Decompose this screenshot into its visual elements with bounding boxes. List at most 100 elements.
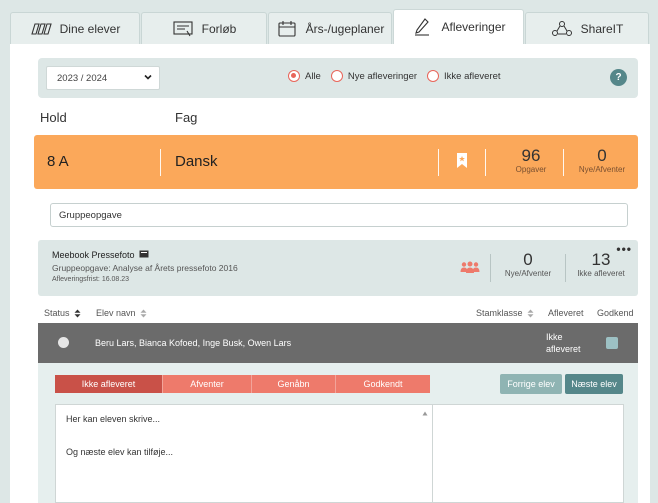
- divider: [485, 149, 486, 176]
- assignment-title-line: Meebook Pressefoto: [52, 250, 149, 260]
- submission-status-line2: afleveret: [546, 344, 581, 354]
- filter-radio-group: Alle Nye afleveringer Ikke afleveret: [288, 70, 501, 82]
- assignment-subtitle: Gruppeopgave: Analyse af Årets pressefot…: [52, 263, 238, 273]
- divider: [160, 149, 161, 176]
- nye-afventer-count: 0: [597, 146, 607, 165]
- tab-forlob[interactable]: Forløb: [141, 12, 267, 44]
- column-stamklasse[interactable]: Stamklasse: [476, 308, 534, 318]
- comment-panel[interactable]: [433, 404, 624, 503]
- next-student-button[interactable]: Næste elev: [565, 374, 623, 394]
- tab-label: Afleveringer: [441, 20, 506, 34]
- filter-bar: 2023 / 2024 Alle Nye afleveringer Ikke a…: [38, 58, 638, 98]
- segment-label: Genåbn: [277, 379, 310, 389]
- search-input[interactable]: Gruppeopgave: [50, 203, 628, 227]
- opgaver-label: Opgaver: [515, 165, 547, 174]
- student-names: Beru Lars, Bianca Kofoed, Inge Busk, Owe…: [95, 338, 292, 348]
- column-status-label: Status: [44, 308, 70, 318]
- subject-name: Dansk: [175, 153, 218, 170]
- help-button[interactable]: ?: [610, 69, 627, 86]
- radio-dot-selected[interactable]: [288, 70, 300, 82]
- radio-dot[interactable]: [427, 70, 440, 82]
- sort-icon[interactable]: [527, 309, 534, 318]
- year-select[interactable]: 2023 / 2024: [46, 66, 160, 90]
- status-indicator: [58, 337, 69, 348]
- assignment-title: Meebook Pressefoto: [52, 250, 135, 260]
- tab-label: ShareIT: [580, 21, 624, 36]
- media-icon: [139, 250, 149, 260]
- radio-alle[interactable]: Alle: [288, 70, 321, 82]
- assignment-deadline: Afleveringsfrist: 16.08.23: [52, 276, 129, 283]
- students-icon: [30, 20, 52, 38]
- student-detail: Ikke afleveret Afventer Genåbn Godkendt …: [38, 363, 638, 503]
- divider: [565, 254, 566, 282]
- assignment-card[interactable]: Meebook Pressefoto Gruppeopgave: Analyse…: [38, 240, 638, 296]
- segment-genaabn[interactable]: Genåbn: [252, 375, 336, 393]
- segment-godkendt[interactable]: Godkendt: [336, 375, 430, 393]
- column-status[interactable]: Status: [44, 308, 81, 318]
- year-select-value: 2023 / 2024: [57, 72, 108, 84]
- approve-checkbox[interactable]: [606, 337, 618, 349]
- group-icon: [460, 261, 480, 275]
- column-afleveret: Afleveret: [548, 308, 584, 318]
- status-segmented-control: Ikke afleveret Afventer Genåbn Godkendt: [55, 375, 430, 393]
- tab-dine-elever[interactable]: Dine elever: [10, 12, 140, 44]
- assignment-nye-label: Nye/Afventer: [504, 269, 552, 278]
- column-elev-navn[interactable]: Elev navn: [96, 308, 147, 318]
- assignment-nye-stat: 0 Nye/Afventer: [496, 250, 560, 279]
- assignment-ikke-count: 13: [591, 250, 611, 269]
- segment-label: Godkendt: [363, 379, 403, 389]
- pen-icon: [411, 18, 433, 36]
- scroll-up-icon[interactable]: [422, 408, 428, 416]
- share-icon: [551, 20, 573, 38]
- tab-aars-ugeplaner[interactable]: Års-/ugeplaner: [268, 12, 392, 44]
- previous-student-button[interactable]: Forrige elev: [500, 374, 562, 394]
- search-input-value: Gruppeopgave: [59, 209, 122, 221]
- nye-afventer-label: Nye/Afventer: [578, 165, 626, 174]
- opgaver-stat: 96 Opgaver: [499, 146, 563, 175]
- hold-heading: Hold: [40, 110, 67, 125]
- column-elev-navn-label: Elev navn: [96, 308, 136, 318]
- class-name: 8 A: [47, 153, 69, 170]
- column-godkend: Godkend: [597, 308, 634, 318]
- radio-nye-afleveringer[interactable]: Nye afleveringer: [330, 70, 418, 82]
- radio-label: Alle: [305, 70, 321, 82]
- nye-afventer-stat: 0 Nye/Afventer: [570, 146, 634, 175]
- radio-label: Nye afleveringer: [347, 70, 418, 82]
- radio-dot[interactable]: [330, 70, 343, 82]
- answer-text-line: Og næste elev kan tilføje...: [66, 447, 174, 457]
- tab-shareit[interactable]: ShareIT: [525, 12, 649, 44]
- main-tab-bar: Dine elever Forløb Års-/ugeplaner Afleve…: [0, 0, 658, 44]
- segment-label: Afventer: [190, 379, 224, 389]
- assignment-ikke-stat: 13 Ikke afleveret: [568, 250, 634, 279]
- question-icon: ?: [615, 72, 622, 83]
- tab-label: Dine elever: [59, 21, 121, 36]
- sort-icon[interactable]: [74, 309, 81, 318]
- divider: [438, 149, 439, 176]
- tab-label: Forløb: [201, 21, 237, 36]
- segment-label: Ikke afleveret: [81, 379, 136, 389]
- divider: [563, 149, 564, 176]
- submission-status: Ikke afleveret: [546, 331, 581, 355]
- opgaver-count: 96: [521, 146, 541, 165]
- table-row[interactable]: Beru Lars, Bianca Kofoed, Inge Busk, Owe…: [38, 323, 638, 363]
- class-bar[interactable]: 8 A Dansk 96 Opgaver 0 Nye/Afventer: [34, 135, 638, 189]
- answer-text-line: Her kan eleven skrive...: [66, 414, 161, 424]
- assignment-ikke-label: Ikke afleveret: [577, 269, 625, 278]
- segment-afventer[interactable]: Afventer: [163, 375, 252, 393]
- course-icon: [172, 20, 194, 38]
- student-answer-textarea[interactable]: Her kan eleven skrive... Og næste elev k…: [55, 404, 433, 503]
- radio-ikke-afleveret[interactable]: Ikke afleveret: [427, 70, 501, 82]
- deadline-label: Afleveringsfrist:: [52, 276, 100, 283]
- segment-ikke-afleveret[interactable]: Ikke afleveret: [55, 375, 163, 393]
- deadline-value: 16.08.23: [101, 276, 130, 283]
- column-stamklasse-label: Stamklasse: [476, 308, 523, 318]
- fag-heading: Fag: [175, 110, 198, 125]
- sort-icon[interactable]: [140, 309, 147, 318]
- submission-status-line1: Ikke: [546, 332, 563, 342]
- tab-label: Års-/ugeplaner: [305, 21, 385, 36]
- chevron-down-icon: [143, 72, 153, 82]
- tab-afleveringer[interactable]: Afleveringer: [393, 9, 524, 44]
- divider: [490, 254, 491, 282]
- assignment-nye-count: 0: [523, 250, 533, 269]
- bookmark-icon[interactable]: [456, 152, 468, 169]
